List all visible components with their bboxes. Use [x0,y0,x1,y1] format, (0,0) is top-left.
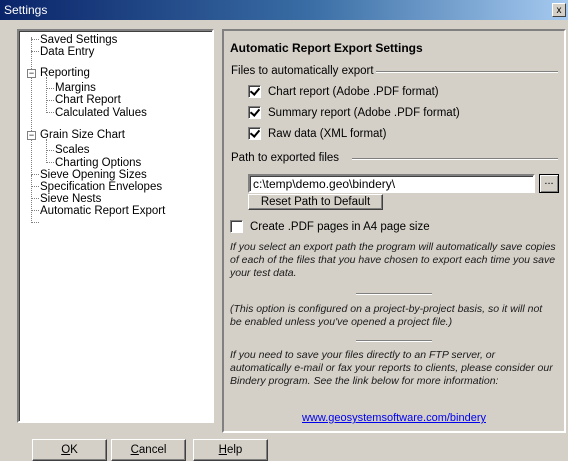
cancel-button[interactable]: Cancel [111,439,186,461]
bindery-link[interactable]: www.geosystemsoftware.com/bindery [224,412,564,424]
note-divider-1 [356,293,432,295]
panel-title: Automatic Report Export Settings [230,41,423,55]
raw-data-option[interactable]: Raw data (XML format) [248,127,386,140]
raw-data-checkbox[interactable] [248,127,261,140]
tree-item-data-entry[interactable]: Data Entry [39,46,95,59]
export-path-input[interactable] [248,174,535,193]
reset-path-button[interactable]: Reset Path to Default [248,194,383,210]
tree-item-calculated-values[interactable]: Calculated Values [54,107,148,120]
a4-label: Create .PDF pages in A4 page size [250,220,430,233]
export-path-note: If you select an export path the program… [230,241,556,279]
raw-data-label: Raw data (XML format) [268,127,387,140]
window-title: Settings [4,3,48,17]
files-group-rule [376,71,558,73]
settings-tree[interactable]: − − Saved Settings Data Entry Reporting … [17,29,214,423]
a4-option[interactable]: Create .PDF pages in A4 page size [230,220,430,233]
path-group-label: Path to exported files [231,152,340,164]
close-icon[interactable]: x [552,3,566,17]
a4-checkbox[interactable] [230,220,243,233]
project-note: (This option is configured on a project-… [230,303,543,328]
chart-report-checkbox[interactable] [248,85,261,98]
tree-item-chart-report[interactable]: Chart Report [54,94,122,107]
export-settings-panel: Automatic Report Export Settings Files t… [222,29,566,433]
tree-item-reporting[interactable]: Reporting [39,67,91,80]
summary-report-label: Summary report (Adobe .PDF format) [268,106,460,119]
collapse-grain-size-chart-icon[interactable]: − [27,131,36,140]
note-divider-2 [356,340,432,342]
title-bar: Settings x [0,0,568,20]
tree-item-automatic-report-export[interactable]: Automatic Report Export [39,205,166,218]
summary-report-option[interactable]: Summary report (Adobe .PDF format) [248,106,460,119]
summary-report-checkbox[interactable] [248,106,261,119]
browse-button[interactable]: ... [539,174,559,193]
collapse-reporting-icon[interactable]: − [27,69,36,78]
bindery-note: If you need to save your files directly … [230,349,553,387]
chart-report-option[interactable]: Chart report (Adobe .PDF format) [248,85,439,98]
files-group-label: Files to automatically export [231,65,374,77]
tree-item-scales[interactable]: Scales [54,144,91,157]
help-button[interactable]: Help [193,439,268,461]
ok-button[interactable]: OK [32,439,107,461]
chart-report-label: Chart report (Adobe .PDF format) [268,85,439,98]
path-group-rule [352,158,558,160]
tree-item-grain-size-chart[interactable]: Grain Size Chart [39,129,126,142]
